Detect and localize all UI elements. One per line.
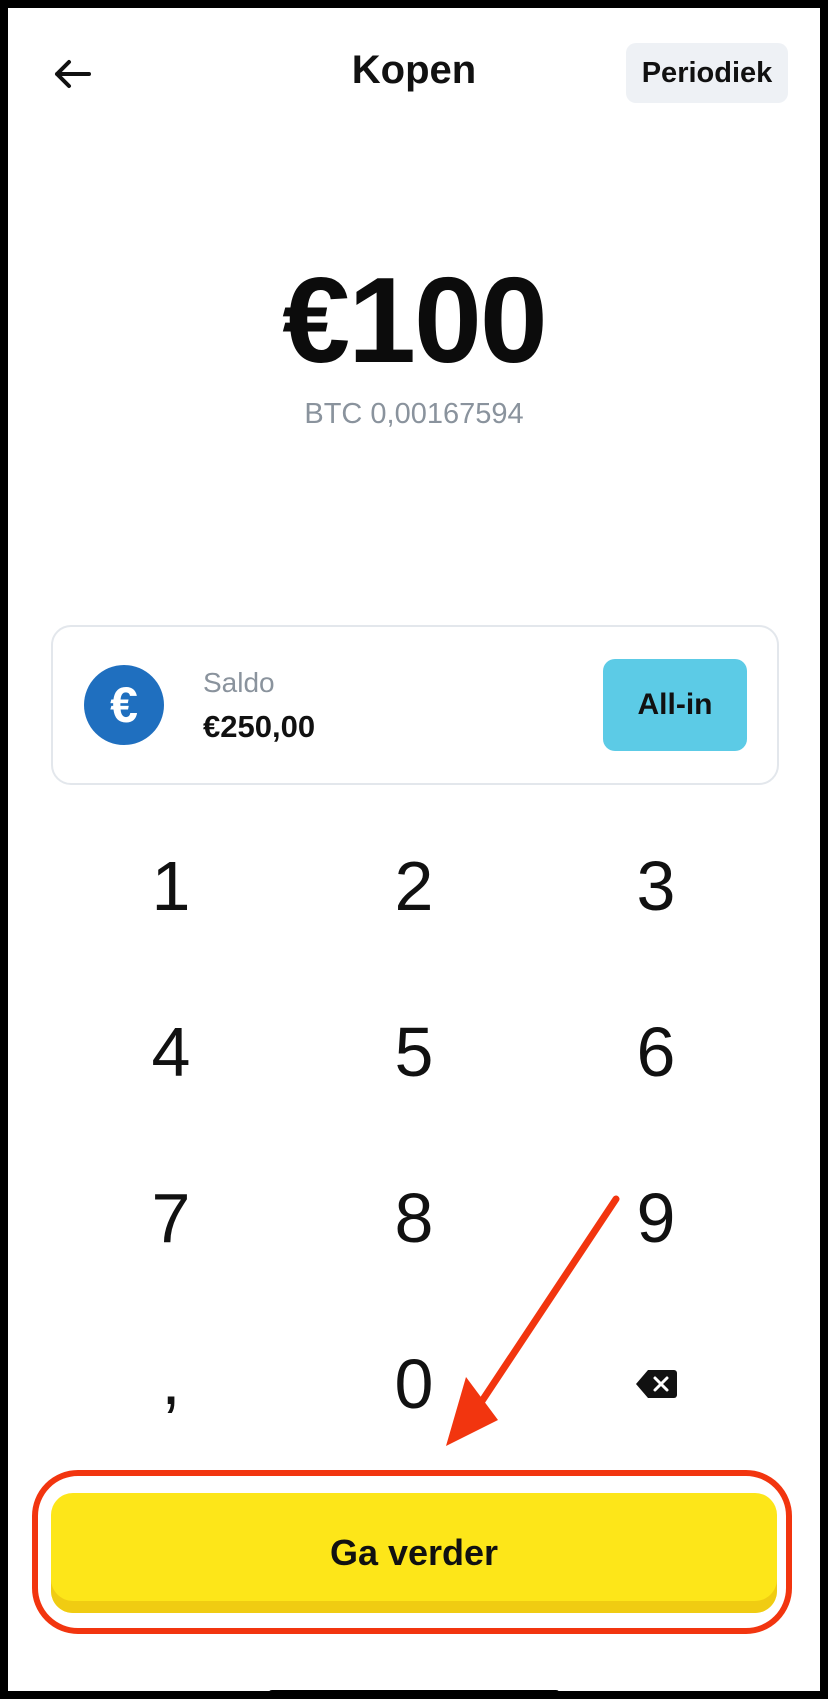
key-7[interactable]: 7 bbox=[81, 1158, 261, 1278]
key-3[interactable]: 3 bbox=[566, 826, 746, 946]
key-comma[interactable]: , bbox=[81, 1320, 261, 1440]
all-in-button[interactable]: All-in bbox=[603, 659, 747, 751]
periodic-button[interactable]: Periodiek bbox=[626, 43, 788, 103]
key-4[interactable]: 4 bbox=[81, 992, 261, 1112]
key-9[interactable]: 9 bbox=[566, 1158, 746, 1278]
annotation-highlight-box bbox=[32, 1470, 792, 1634]
key-2[interactable]: 2 bbox=[324, 826, 504, 946]
balance-card: € Saldo €250,00 All-in bbox=[51, 625, 779, 785]
key-backspace[interactable] bbox=[566, 1324, 746, 1444]
key-0[interactable]: 0 bbox=[324, 1324, 504, 1444]
key-1[interactable]: 1 bbox=[81, 826, 261, 946]
balance-label: Saldo bbox=[203, 667, 275, 698]
euro-coin-icon: € bbox=[84, 665, 164, 745]
backspace-icon bbox=[636, 1370, 677, 1398]
key-5[interactable]: 5 bbox=[324, 992, 504, 1112]
balance-value: €250,00 bbox=[203, 709, 316, 744]
key-6[interactable]: 6 bbox=[566, 992, 746, 1112]
home-indicator bbox=[268, 1690, 560, 1699]
crypto-equivalent: BTC 0,00167594 bbox=[304, 398, 524, 430]
key-8[interactable]: 8 bbox=[324, 1158, 504, 1278]
amount-display: €100 bbox=[282, 252, 547, 388]
